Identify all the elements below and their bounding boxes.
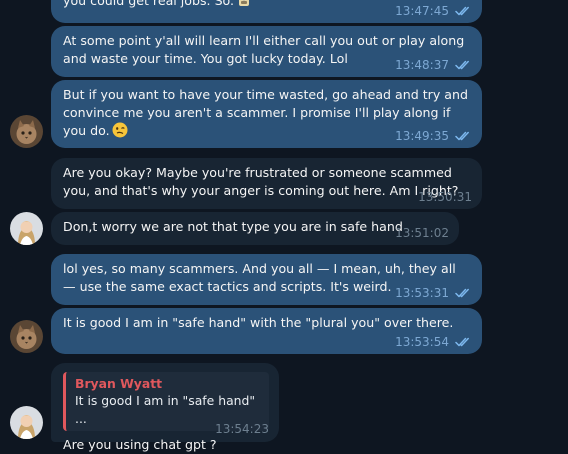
outgoing-message[interactable]: you could get real jobs. So. 13:47:45: [51, 0, 482, 23]
outgoing-message[interactable]: It is good I am in "safe hand" with the …: [51, 308, 482, 354]
message-time: 13:53:31: [395, 286, 449, 300]
outgoing-message[interactable]: But if you want to have your time wasted…: [51, 80, 482, 148]
message-time: 13:49:35: [395, 129, 449, 143]
double-check-icon: [455, 60, 472, 70]
message-time: 13:53:54: [395, 335, 449, 349]
message-text: Are you using chat gpt ?: [63, 436, 269, 454]
message-meta: 13:53:54: [395, 335, 472, 349]
message-meta: 13:54:23: [215, 422, 269, 436]
double-check-icon: [455, 288, 472, 298]
double-check-icon: [455, 337, 472, 347]
reply-author: Bryan Wyatt: [75, 375, 261, 392]
message-meta: 13:53:31: [395, 286, 472, 300]
message-time: 13:50:31: [418, 190, 472, 204]
message-time: 13:48:37: [395, 58, 449, 72]
message-time: 13:47:45: [395, 4, 449, 18]
woman-avatar[interactable]: [10, 212, 43, 245]
double-check-icon: [455, 6, 472, 16]
chat-message-list[interactable]: you could get real jobs. So. 13:47:45 At…: [0, 0, 568, 442]
message-text: Are you okay? Maybe you're frustrated or…: [63, 164, 472, 200]
cat-avatar[interactable]: [10, 115, 43, 148]
woman-avatar[interactable]: [10, 406, 43, 439]
message-text: It is good I am in "safe hand" with the …: [63, 314, 472, 332]
outgoing-message[interactable]: lol yes, so many scammers. And you all —…: [51, 254, 482, 305]
message-meta: 13:51:02: [395, 226, 449, 240]
message-meta: 13:47:45: [395, 4, 472, 18]
woozy-face-emoji-icon: [112, 122, 128, 138]
outgoing-message[interactable]: At some point y'all will learn I'll eith…: [51, 26, 482, 77]
incoming-message[interactable]: Don,t worry we are not that type you are…: [51, 212, 459, 245]
scroll-emoji-icon: [236, 0, 252, 8]
message-meta: 13:48:37: [395, 58, 472, 72]
message-meta: 13:50:31: [418, 190, 472, 204]
message-time: 13:54:23: [215, 422, 269, 436]
incoming-message[interactable]: Are you okay? Maybe you're frustrated or…: [51, 158, 482, 209]
double-check-icon: [455, 131, 472, 141]
message-time: 13:51:02: [395, 226, 449, 240]
message-meta: 13:49:35: [395, 129, 472, 143]
message-text: Don,t worry we are not that type you are…: [63, 218, 449, 236]
incoming-message[interactable]: Bryan Wyatt It is good I am in "safe han…: [51, 363, 279, 442]
cat-avatar[interactable]: [10, 320, 43, 353]
